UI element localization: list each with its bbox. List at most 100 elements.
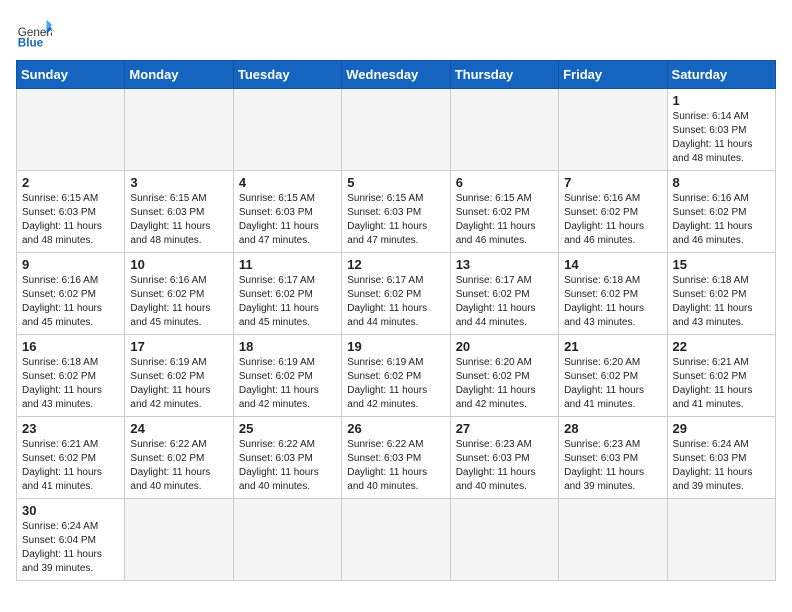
week-row-2: 2 Sunrise: 6:15 AMSunset: 6:03 PMDaylight… <box>17 171 776 253</box>
calendar-cell: 13 Sunrise: 6:17 AMSunset: 6:02 PMDayligh… <box>450 253 558 335</box>
calendar-cell: 17 Sunrise: 6:19 AMSunset: 6:02 PMDayligh… <box>125 335 233 417</box>
cell-info: Sunrise: 6:16 AMSunset: 6:02 PMDaylight:… <box>673 192 770 248</box>
weekday-header-monday: Monday <box>125 61 233 89</box>
day-number: 15 <box>673 257 770 272</box>
cell-info: Sunrise: 6:15 AMSunset: 6:02 PMDaylight:… <box>456 192 553 248</box>
cell-info: Sunrise: 6:21 AMSunset: 6:02 PMDaylight:… <box>22 438 119 494</box>
logo: General Blue <box>16 16 58 52</box>
page-header: General Blue <box>16 16 776 52</box>
calendar-cell: 7Sunrise: 6:16 AMSunset: 6:02 PMDaylight… <box>559 171 667 253</box>
day-number: 4 <box>239 175 336 190</box>
cell-info: Sunrise: 6:19 AMSunset: 6:02 PMDaylight:… <box>347 356 444 412</box>
day-number: 5 <box>347 175 444 190</box>
cell-info: Sunrise: 6:18 AMSunset: 6:02 PMDaylight:… <box>564 274 661 330</box>
calendar-cell: 19 Sunrise: 6:19 AMSunset: 6:02 PMDayligh… <box>342 335 450 417</box>
calendar-cell: 29 Sunrise: 6:24 AMSunset: 6:03 PMDayligh… <box>667 417 775 499</box>
calendar-cell: 18 Sunrise: 6:19 AMSunset: 6:02 PMDayligh… <box>233 335 341 417</box>
day-number: 22 <box>673 339 770 354</box>
calendar-cell: 16 Sunrise: 6:18 AMSunset: 6:02 PMDayligh… <box>17 335 125 417</box>
day-number: 13 <box>456 257 553 272</box>
calendar-cell: 26 Sunrise: 6:22 AMSunset: 6:03 PMDayligh… <box>342 417 450 499</box>
calendar-cell: 14 Sunrise: 6:18 AMSunset: 6:02 PMDayligh… <box>559 253 667 335</box>
calendar-cell: 5Sunrise: 6:15 AMSunset: 6:03 PMDaylight… <box>342 171 450 253</box>
calendar-cell <box>233 499 341 581</box>
cell-info: Sunrise: 6:19 AMSunset: 6:02 PMDaylight:… <box>239 356 336 412</box>
calendar-cell: 28 Sunrise: 6:23 AMSunset: 6:03 PMDayligh… <box>559 417 667 499</box>
day-number: 26 <box>347 421 444 436</box>
cell-info: Sunrise: 6:17 AMSunset: 6:02 PMDaylight:… <box>456 274 553 330</box>
calendar-table: SundayMondayTuesdayWednesdayThursdayFrid… <box>16 60 776 581</box>
weekday-header-saturday: Saturday <box>667 61 775 89</box>
day-number: 17 <box>130 339 227 354</box>
calendar-cell <box>233 89 341 171</box>
day-number: 1 <box>673 93 770 108</box>
day-number: 3 <box>130 175 227 190</box>
cell-info: Sunrise: 6:22 AMSunset: 6:02 PMDaylight:… <box>130 438 227 494</box>
calendar-cell: 15 Sunrise: 6:18 AMSunset: 6:02 PMDayligh… <box>667 253 775 335</box>
cell-info: Sunrise: 6:18 AMSunset: 6:02 PMDaylight:… <box>22 356 119 412</box>
calendar-cell: 6 Sunrise: 6:15 AMSunset: 6:02 PMDaylight… <box>450 171 558 253</box>
calendar-cell: 23 Sunrise: 6:21 AMSunset: 6:02 PMDayligh… <box>17 417 125 499</box>
cell-info: Sunrise: 6:17 AMSunset: 6:02 PMDaylight:… <box>239 274 336 330</box>
day-number: 23 <box>22 421 119 436</box>
calendar-cell: 27Sunrise: 6:23 AMSunset: 6:03 PMDayligh… <box>450 417 558 499</box>
day-number: 24 <box>130 421 227 436</box>
calendar-cell <box>667 499 775 581</box>
cell-info: Sunrise: 6:16 AMSunset: 6:02 PMDaylight:… <box>564 192 661 248</box>
calendar-cell <box>450 89 558 171</box>
calendar-cell: 1Sunrise: 6:14 AMSunset: 6:03 PMDaylight… <box>667 89 775 171</box>
cell-info: Sunrise: 6:17 AMSunset: 6:02 PMDaylight:… <box>347 274 444 330</box>
cell-info: Sunrise: 6:19 AMSunset: 6:02 PMDaylight:… <box>130 356 227 412</box>
day-number: 6 <box>456 175 553 190</box>
calendar-cell: 20Sunrise: 6:20 AMSunset: 6:02 PMDayligh… <box>450 335 558 417</box>
calendar-cell <box>559 499 667 581</box>
weekday-header-friday: Friday <box>559 61 667 89</box>
week-row-3: 9 Sunrise: 6:16 AMSunset: 6:02 PMDaylight… <box>17 253 776 335</box>
day-number: 27 <box>456 421 553 436</box>
day-number: 25 <box>239 421 336 436</box>
day-number: 16 <box>22 339 119 354</box>
calendar-cell: 12 Sunrise: 6:17 AMSunset: 6:02 PMDayligh… <box>342 253 450 335</box>
cell-info: Sunrise: 6:18 AMSunset: 6:02 PMDaylight:… <box>673 274 770 330</box>
weekday-header-thursday: Thursday <box>450 61 558 89</box>
calendar-cell: 25 Sunrise: 6:22 AMSunset: 6:03 PMDayligh… <box>233 417 341 499</box>
calendar-cell <box>559 89 667 171</box>
weekday-header-row: SundayMondayTuesdayWednesdayThursdayFrid… <box>17 61 776 89</box>
day-number: 29 <box>673 421 770 436</box>
cell-info: Sunrise: 6:15 AMSunset: 6:03 PMDaylight:… <box>239 192 336 248</box>
day-number: 9 <box>22 257 119 272</box>
svg-text:Blue: Blue <box>18 37 44 50</box>
cell-info: Sunrise: 6:22 AMSunset: 6:03 PMDaylight:… <box>239 438 336 494</box>
cell-info: Sunrise: 6:22 AMSunset: 6:03 PMDaylight:… <box>347 438 444 494</box>
day-number: 12 <box>347 257 444 272</box>
calendar-cell <box>450 499 558 581</box>
calendar-cell: 10Sunrise: 6:16 AMSunset: 6:02 PMDayligh… <box>125 253 233 335</box>
cell-info: Sunrise: 6:15 AMSunset: 6:03 PMDaylight:… <box>22 192 119 248</box>
day-number: 18 <box>239 339 336 354</box>
calendar-cell: 22Sunrise: 6:21 AMSunset: 6:02 PMDayligh… <box>667 335 775 417</box>
week-row-4: 16 Sunrise: 6:18 AMSunset: 6:02 PMDayligh… <box>17 335 776 417</box>
week-row-1: 1Sunrise: 6:14 AMSunset: 6:03 PMDaylight… <box>17 89 776 171</box>
logo-icon: General Blue <box>16 16 52 52</box>
calendar-cell <box>125 499 233 581</box>
calendar-cell <box>342 89 450 171</box>
cell-info: Sunrise: 6:15 AMSunset: 6:03 PMDaylight:… <box>130 192 227 248</box>
day-number: 8 <box>673 175 770 190</box>
calendar-cell: 2 Sunrise: 6:15 AMSunset: 6:03 PMDaylight… <box>17 171 125 253</box>
cell-info: Sunrise: 6:24 AMSunset: 6:03 PMDaylight:… <box>673 438 770 494</box>
day-number: 2 <box>22 175 119 190</box>
calendar-cell: 21 Sunrise: 6:20 AMSunset: 6:02 PMDayligh… <box>559 335 667 417</box>
day-number: 14 <box>564 257 661 272</box>
calendar-cell: 4 Sunrise: 6:15 AMSunset: 6:03 PMDaylight… <box>233 171 341 253</box>
weekday-header-wednesday: Wednesday <box>342 61 450 89</box>
cell-info: Sunrise: 6:16 AMSunset: 6:02 PMDaylight:… <box>22 274 119 330</box>
cell-info: Sunrise: 6:20 AMSunset: 6:02 PMDaylight:… <box>564 356 661 412</box>
day-number: 11 <box>239 257 336 272</box>
calendar-cell <box>17 89 125 171</box>
day-number: 28 <box>564 421 661 436</box>
day-number: 19 <box>347 339 444 354</box>
day-number: 21 <box>564 339 661 354</box>
cell-info: Sunrise: 6:24 AMSunset: 6:04 PMDaylight:… <box>22 520 119 576</box>
cell-info: Sunrise: 6:23 AMSunset: 6:03 PMDaylight:… <box>564 438 661 494</box>
day-number: 20 <box>456 339 553 354</box>
